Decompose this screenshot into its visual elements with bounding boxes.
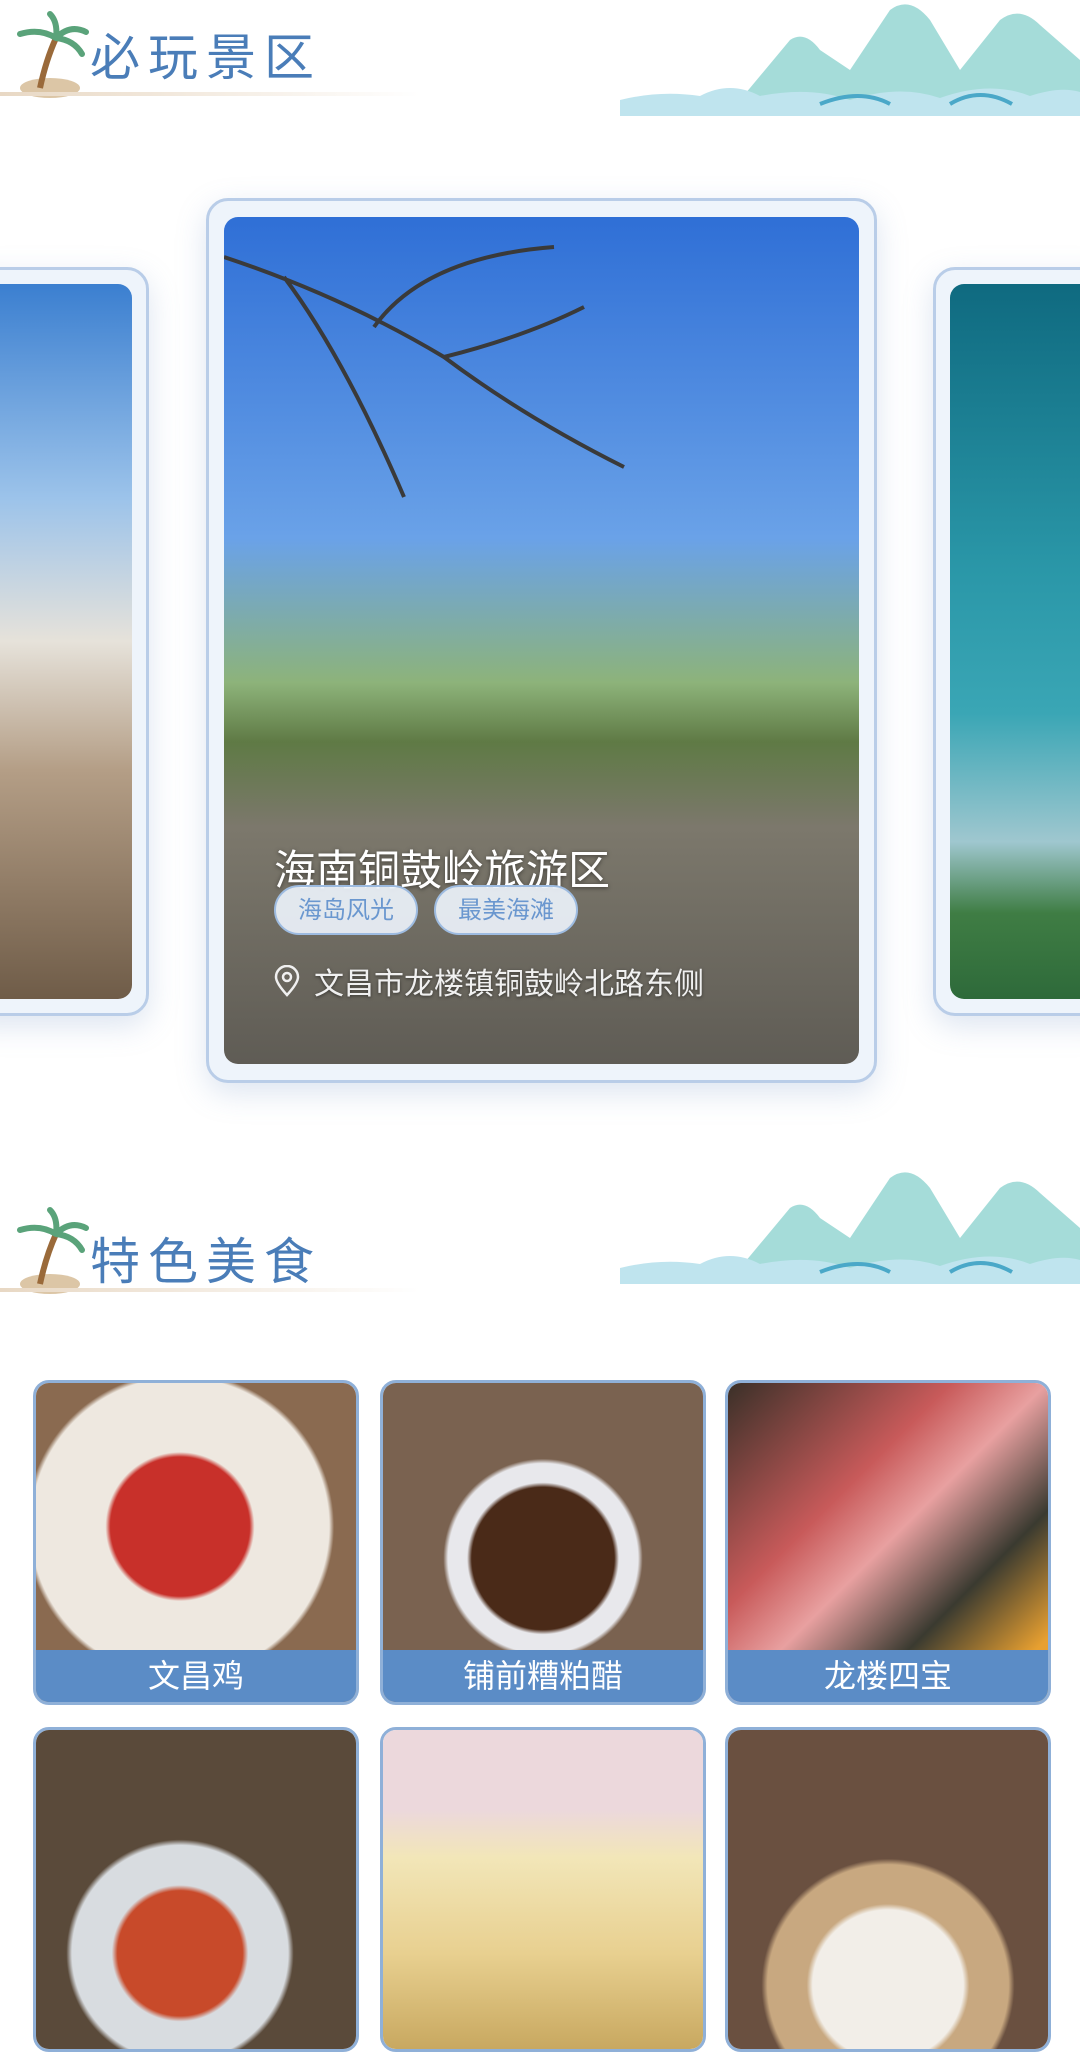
section-header-food: 特色美食 <box>0 1172 1080 1316</box>
palm-tree-icon <box>17 1207 89 1294</box>
food-card[interactable]: 文昌鸡 <box>33 1380 359 1705</box>
food-card[interactable] <box>33 1727 359 2052</box>
food-card[interactable] <box>725 1727 1051 2052</box>
food-name: 铺前糟粕醋 <box>383 1650 703 1702</box>
divider <box>0 1288 420 1292</box>
address-text: 文昌市龙楼镇铜鼓岭北路东侧 <box>314 967 704 1002</box>
food-photo <box>36 1730 356 2049</box>
food-name: 龙楼四宝 <box>728 1650 1048 1702</box>
scenic-card-next[interactable] <box>933 267 1080 1016</box>
food-card[interactable]: 铺前糟粕醋 <box>380 1380 706 1705</box>
scenic-photo <box>950 284 1080 999</box>
tag: 海岛风光 <box>274 885 418 935</box>
tag-list: 海岛风光 最美海滩 <box>274 885 578 935</box>
food-photo <box>728 1730 1048 2049</box>
food-card[interactable]: 龙楼四宝 <box>725 1380 1051 1705</box>
food-photo <box>383 1730 703 2049</box>
mountain-wave-decoration <box>620 1172 1080 1284</box>
location-pin-icon <box>274 965 300 997</box>
food-name: 文昌鸡 <box>36 1650 356 1702</box>
scenic-photo <box>0 284 132 999</box>
section-title: 特色美食 <box>90 1233 322 1291</box>
scenic-photo: 海南铜鼓岭旅游区 海岛风光 最美海滩 文昌市龙楼镇铜鼓岭北路东侧 <box>224 217 859 1064</box>
divider <box>0 92 420 96</box>
section-title: 必玩景区 <box>90 29 322 87</box>
scenic-card-active[interactable]: 海南铜鼓岭旅游区 海岛风光 最美海滩 文昌市龙楼镇铜鼓岭北路东侧 <box>206 198 877 1083</box>
tree-branches <box>224 245 625 498</box>
scenic-address: 文昌市龙楼镇铜鼓岭北路东侧 <box>274 959 704 1003</box>
scenic-card-prev[interactable] <box>0 267 149 1016</box>
food-card[interactable] <box>380 1727 706 2052</box>
section-header-scenic: 必玩景区 <box>0 0 1080 120</box>
palm-tree-icon <box>17 11 89 98</box>
mountain-wave-decoration <box>620 4 1080 116</box>
tag: 最美海滩 <box>434 885 578 935</box>
